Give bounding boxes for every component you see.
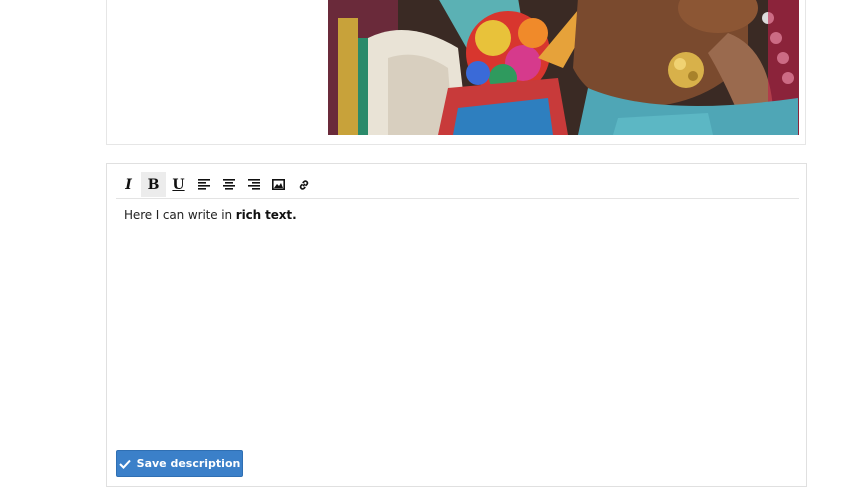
editor-content[interactable]: Here I can write in rich text.: [124, 208, 784, 222]
align-left-icon: [197, 179, 210, 190]
check-icon: [118, 459, 131, 469]
woman-photo-image: [328, 0, 799, 135]
content-bold-text: rich text.: [235, 208, 297, 222]
save-button-label: Save description: [136, 457, 241, 470]
align-center-icon: [222, 179, 235, 190]
align-left-button[interactable]: [191, 172, 216, 197]
editor-toolbar: I B U: [116, 172, 799, 199]
align-right-button[interactable]: [241, 172, 266, 197]
content-plain-text: Here I can write in: [124, 208, 236, 222]
underline-icon: U: [172, 176, 185, 193]
image-icon: [272, 179, 285, 190]
align-center-button[interactable]: [216, 172, 241, 197]
italic-button[interactable]: I: [116, 172, 141, 197]
insert-link-button[interactable]: [291, 172, 316, 197]
bold-button[interactable]: B: [141, 172, 166, 197]
woman-photo: [328, 0, 799, 135]
bold-icon: B: [147, 176, 160, 193]
link-icon: [299, 179, 308, 190]
image-card: [106, 0, 806, 145]
insert-image-button[interactable]: [266, 172, 291, 197]
description-editor: I B U Here I can write in rich text. Sav…: [106, 163, 807, 487]
save-description-button[interactable]: Save description: [116, 450, 243, 477]
italic-icon: I: [125, 176, 132, 193]
align-right-icon: [247, 179, 260, 190]
underline-button[interactable]: U: [166, 172, 191, 197]
